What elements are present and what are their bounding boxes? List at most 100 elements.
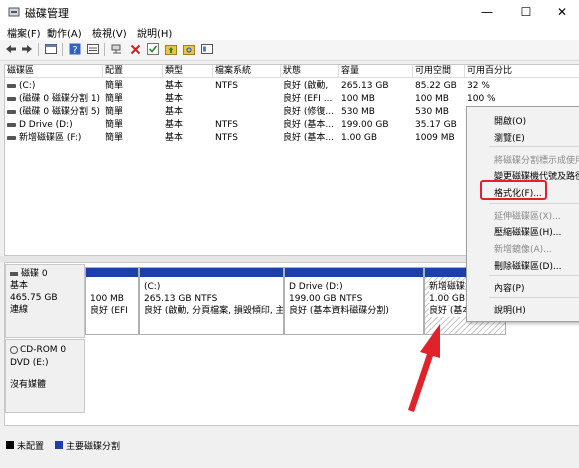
table-row-volume[interactable]: (磁碟 0 磁碟分割 1): [19, 93, 103, 105]
table-row-layout: 簡單: [105, 107, 124, 117]
table-row-free-space: 35.17 GB: [415, 120, 457, 130]
table-row-layout: 簡單: [105, 120, 124, 130]
disk-0-type: 基本: [10, 281, 29, 291]
table-row-filesystem: NTFS: [215, 81, 238, 91]
toolbar-separator: [104, 43, 105, 56]
partition-bar: [285, 268, 423, 277]
cdrom-name-row: CD-ROM 0: [10, 345, 66, 356]
delete-icon[interactable]: [128, 42, 142, 56]
table-row-type: 基本: [165, 81, 184, 91]
menu-item-delete-volume[interactable]: 刪除磁碟區(D)...: [494, 259, 562, 272]
column-header-capacity[interactable]: 容量: [339, 65, 413, 78]
table-row-free-percent: 32 %: [467, 81, 490, 91]
partition-size: 100 MB: [90, 294, 124, 304]
menu-item-help[interactable]: 說明(H): [494, 303, 526, 316]
legend-swatch-primary: [55, 441, 63, 449]
partition-c[interactable]: (C:) 265.13 GB NTFS 良好 (啟動, 分頁檔案, 損毀傾印, …: [139, 267, 284, 335]
folder-search-icon[interactable]: [182, 42, 196, 56]
disk-icon: [10, 271, 18, 276]
column-header-free-percent[interactable]: 可用百分比: [465, 65, 579, 78]
table-row-status: 良好 (啟動,: [283, 81, 329, 91]
window-title: 磁碟管理: [25, 7, 69, 20]
context-menu: 開啟(O) 瀏覽(E) 將磁碟分割標示成使用中 變更磁碟機代號及路徑 格式化(F…: [466, 106, 579, 322]
volume-icon: [7, 97, 16, 101]
menu-item-shrink-volume[interactable]: 壓縮磁碟區(H)...: [494, 225, 561, 238]
cdrom-name: CD-ROM 0: [20, 345, 67, 355]
legend: 未配置 主要磁碟分割: [4, 436, 579, 454]
table-row-type: 基本: [165, 94, 184, 104]
table-row-volume[interactable]: (C:): [19, 80, 103, 92]
disk-0-label[interactable]: 磁碟 0 基本 465.75 GB 連線: [5, 264, 85, 338]
menu-item-explore[interactable]: 瀏覽(E): [494, 131, 525, 144]
table-row-layout: 簡單: [105, 94, 124, 104]
back-arrow-icon[interactable]: [4, 42, 18, 56]
table-row-capacity: 100 MB: [341, 94, 375, 104]
table-row-type: 基本: [165, 133, 184, 143]
partition-efi[interactable]: 100 MB 良好 (EFI: [85, 267, 139, 335]
table-row-volume[interactable]: (磁碟 0 磁碟分割 5): [19, 106, 103, 118]
table-row-capacity: 265.13 GB: [341, 81, 389, 91]
table-row-free-space: 100 MB: [415, 94, 449, 104]
forward-arrow-icon[interactable]: [20, 42, 34, 56]
table-row-status: 良好 (EFI ...: [283, 94, 333, 104]
disk-0-name: 磁碟 0: [21, 269, 48, 279]
menu-bar: 檔案(F) 動作(A) 檢視(V) 說明(H): [0, 24, 579, 40]
toolbar: ?: [0, 40, 579, 61]
table-row-type: 基本: [165, 120, 184, 130]
volume-icon: [7, 84, 16, 88]
close-button[interactable]: ✕: [547, 2, 577, 22]
minimize-button[interactable]: —: [472, 2, 502, 22]
partition-name: 新增磁碟: [429, 282, 466, 293]
menu-item-add-mirror[interactable]: 新增鏡像(A)...: [494, 242, 552, 255]
table-row-volume[interactable]: 新增磁碟區 (F:): [19, 132, 103, 144]
cdrom-drive: DVD (E:): [10, 358, 49, 368]
volume-icon: [7, 123, 16, 127]
column-header-status[interactable]: 狀態: [281, 65, 339, 78]
toolbar-separator: [38, 43, 39, 56]
cdrom-media: 沒有媒體: [10, 380, 47, 390]
console-icon[interactable]: [44, 42, 58, 56]
help-icon[interactable]: ?: [68, 42, 82, 56]
maximize-button[interactable]: ☐: [511, 2, 541, 22]
legend-label-unallocated: 未配置: [17, 442, 45, 452]
connect-icon[interactable]: [110, 42, 124, 56]
view-icon[interactable]: [200, 42, 214, 56]
table-row-free-space: 85.22 GB: [415, 81, 457, 91]
table-row-capacity: 199.00 GB: [341, 120, 389, 130]
disk-0-status: 連線: [10, 305, 29, 315]
table-row-filesystem: NTFS: [215, 120, 238, 130]
menu-help[interactable]: 說明(H): [137, 25, 172, 40]
check-icon[interactable]: [146, 42, 160, 56]
table-row-layout: 簡單: [105, 133, 124, 143]
table-row-free-space: 1009 MB: [415, 133, 455, 143]
partition-status: 良好 (EFI: [90, 306, 128, 316]
menu-view[interactable]: 檢視(V): [92, 25, 127, 40]
toolbar-separator: [62, 43, 63, 56]
annotation-arrow-icon: [408, 324, 440, 412]
partition-name: D Drive (D:): [289, 282, 343, 292]
title-bar: 磁碟管理 — ☐ ✕: [0, 0, 579, 24]
column-header-type[interactable]: 類型: [163, 65, 213, 78]
cd-icon: [10, 345, 18, 354]
table-row-volume[interactable]: D Drive (D:): [19, 119, 103, 131]
column-header-volume[interactable]: 磁碟區: [5, 65, 103, 78]
menu-item-properties[interactable]: 內容(P): [494, 281, 524, 294]
cdrom-label[interactable]: CD-ROM 0 DVD (E:) 沒有媒體: [5, 339, 85, 413]
column-header-free-space[interactable]: 可用空間: [413, 65, 465, 78]
column-header-layout[interactable]: 配置: [103, 65, 163, 78]
partition-bar: [86, 268, 138, 277]
menu-separator: [489, 275, 579, 276]
table-row-free-percent: 100 %: [467, 94, 496, 104]
legend-label-primary: 主要磁碟分割: [66, 442, 121, 452]
menu-item-extend-volume[interactable]: 延伸磁碟區(X)...: [494, 209, 561, 222]
folder-up-icon[interactable]: [164, 42, 178, 56]
partition-status: 良好 (基本資料磁碟分割): [289, 306, 389, 316]
menu-action[interactable]: 動作(A): [47, 25, 82, 40]
table-row-layout: 簡單: [105, 81, 124, 91]
svg-text:?: ?: [72, 45, 77, 55]
menu-item-open[interactable]: 開啟(O): [494, 114, 526, 127]
menu-item-mark-active[interactable]: 將磁碟分割標示成使用中: [494, 153, 579, 166]
column-header-filesystem[interactable]: 檔案系統: [213, 65, 281, 78]
menu-file[interactable]: 檔案(F): [7, 25, 41, 40]
properties-icon[interactable]: [86, 42, 100, 56]
